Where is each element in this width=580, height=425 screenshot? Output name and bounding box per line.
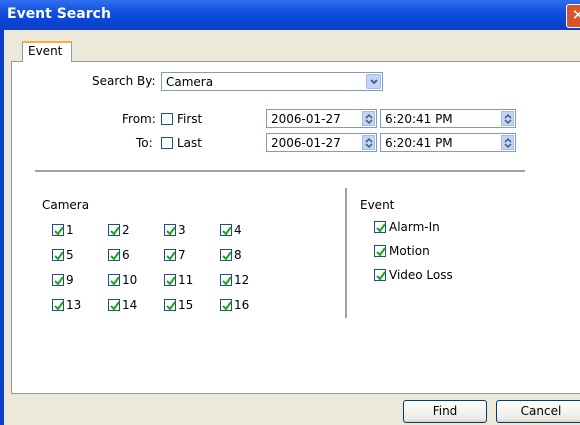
camera-7-checkbox[interactable] (164, 249, 176, 261)
camera-2-label: 2 (122, 223, 130, 237)
camera-4-checkbox[interactable] (220, 224, 232, 236)
from-time-spinner[interactable] (501, 111, 514, 126)
event-alarm-in-checkbox[interactable] (374, 221, 386, 233)
from-date-spinner[interactable] (362, 111, 375, 126)
camera-5-label: 5 (66, 248, 74, 262)
camera-16-label: 16 (234, 298, 250, 312)
search-by-select[interactable]: Camera (161, 72, 383, 91)
event-video-loss-checkbox[interactable] (374, 269, 386, 281)
event-alarm-in-label: Alarm-In (389, 220, 440, 234)
last-checkbox-label: Last (177, 136, 202, 150)
cancel-button[interactable]: Cancel (496, 400, 580, 423)
camera-8-checkbox[interactable] (220, 249, 232, 261)
window-border-left (0, 30, 4, 425)
camera-16-checkbox[interactable] (220, 299, 232, 311)
from-date-value: 2006-01-27 (271, 112, 341, 126)
camera-12-checkbox[interactable] (220, 274, 232, 286)
camera-11-checkbox[interactable] (164, 274, 176, 286)
to-time-spinner[interactable] (501, 135, 514, 150)
camera-14-checkbox[interactable] (108, 299, 120, 311)
camera-11-label: 11 (178, 273, 194, 287)
camera-group-title: Camera (42, 198, 90, 212)
tab-event-label: Event (28, 44, 63, 58)
camera-2-checkbox[interactable] (108, 224, 120, 236)
from-date-field[interactable]: 2006-01-27 (266, 109, 377, 128)
camera-9-label: 9 (66, 273, 74, 287)
to-label: To: (136, 136, 153, 150)
camera-15-label: 15 (178, 298, 194, 312)
from-label: From: (122, 112, 156, 126)
find-button[interactable]: Find (403, 400, 487, 423)
camera-1-checkbox[interactable] (52, 224, 64, 236)
to-time-field[interactable]: 6:20:41 PM (380, 133, 516, 152)
first-checkbox[interactable] (161, 113, 173, 125)
event-group-title: Event (360, 198, 395, 212)
first-checkbox-label: First (177, 112, 203, 126)
to-date-value: 2006-01-27 (271, 136, 341, 150)
event-video-loss-label: Video Loss (389, 268, 453, 282)
camera-7-label: 7 (178, 248, 186, 262)
to-date-field[interactable]: 2006-01-27 (266, 133, 377, 152)
from-time-field[interactable]: 6:20:41 PM (380, 109, 516, 128)
camera-8-label: 8 (234, 248, 242, 262)
search-by-label: Search By: (92, 74, 156, 88)
last-checkbox[interactable] (161, 137, 173, 149)
camera-6-label: 6 (122, 248, 130, 262)
camera-13-label: 13 (66, 298, 82, 312)
camera-3-checkbox[interactable] (164, 224, 176, 236)
search-by-value: Camera (166, 75, 214, 89)
camera-3-label: 3 (178, 223, 186, 237)
vertical-separator (345, 188, 347, 318)
from-time-value: 6:20:41 PM (385, 112, 453, 126)
camera-9-checkbox[interactable] (52, 274, 64, 286)
event-motion-label: Motion (389, 244, 430, 258)
camera-5-checkbox[interactable] (52, 249, 64, 261)
camera-6-checkbox[interactable] (108, 249, 120, 261)
camera-14-label: 14 (122, 298, 138, 312)
horizontal-separator (35, 170, 525, 173)
to-time-value: 6:20:41 PM (385, 136, 453, 150)
camera-10-checkbox[interactable] (108, 274, 120, 286)
camera-10-label: 10 (122, 273, 138, 287)
event-motion-checkbox[interactable] (374, 245, 386, 257)
camera-4-label: 4 (234, 223, 242, 237)
to-date-spinner[interactable] (362, 135, 375, 150)
camera-13-checkbox[interactable] (52, 299, 64, 311)
camera-1-label: 1 (66, 223, 74, 237)
chevron-down-icon[interactable] (366, 74, 381, 89)
window-title: Event Search (7, 6, 111, 22)
camera-15-checkbox[interactable] (164, 299, 176, 311)
close-button[interactable]: ✕ (566, 4, 580, 28)
camera-12-label: 12 (234, 273, 250, 287)
